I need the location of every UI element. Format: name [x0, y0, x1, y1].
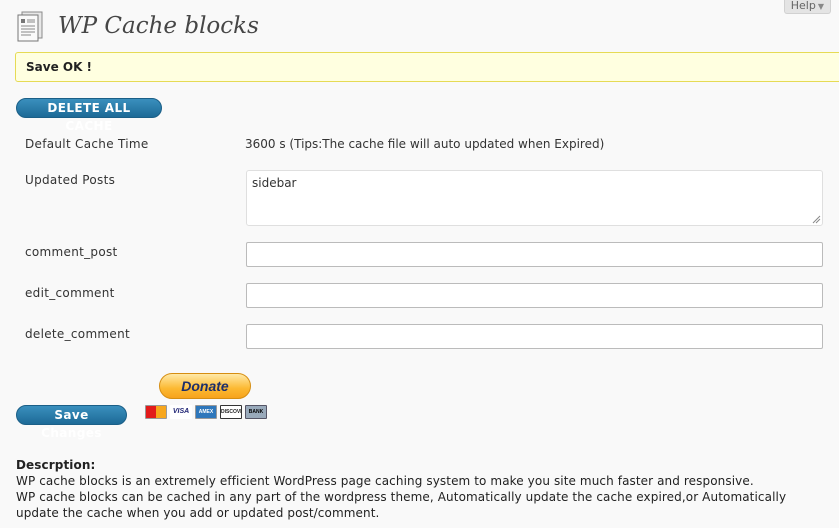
- payment-cards: VISA AMEX DISCOVER BANK: [145, 405, 267, 419]
- edit-comment-label: edit_comment: [25, 286, 115, 300]
- description-line: WP cache blocks can be cached in any par…: [16, 490, 787, 520]
- page-title: WP Cache blocks: [58, 13, 259, 39]
- delete-comment-label: delete_comment: [25, 327, 131, 341]
- default-cache-time-value: 3600 s (Tips:The cache file will auto up…: [245, 137, 605, 151]
- visa-icon: VISA: [170, 405, 192, 419]
- resize-grip-icon[interactable]: [812, 215, 821, 224]
- mastercard-icon: [145, 405, 167, 419]
- donate-button[interactable]: Donate: [159, 373, 251, 399]
- updated-posts-label: Updated Posts: [25, 173, 116, 187]
- help-tab[interactable]: Help ▼: [783, 0, 831, 14]
- amex-icon: AMEX: [195, 405, 217, 419]
- comment-post-input[interactable]: [246, 242, 823, 267]
- help-tab-label: Help: [790, 0, 816, 12]
- default-cache-time-label: Default Cache Time: [25, 137, 149, 151]
- discover-icon: DISCOVER: [220, 405, 242, 419]
- description-line: WP cache blocks is an extremely efficien…: [16, 474, 754, 488]
- settings-page-icon: [16, 11, 46, 42]
- save-changes-button[interactable]: Save Changes: [16, 405, 127, 440]
- description: Descrption: WP cache blocks is an extrem…: [16, 457, 826, 521]
- description-title: Descrption:: [16, 458, 96, 472]
- dropdown-arrow-icon: ▼: [817, 2, 824, 11]
- edit-comment-input[interactable]: [246, 283, 823, 308]
- page-header: WP Cache blocks: [16, 10, 259, 42]
- status-notice: Save OK !: [15, 52, 839, 82]
- bank-icon: BANK: [245, 405, 267, 419]
- delete-all-cache-button[interactable]: DELETE ALL CACHE: [16, 98, 162, 133]
- delete-comment-input[interactable]: [246, 324, 823, 349]
- updated-posts-textarea[interactable]: sidebar: [246, 170, 823, 226]
- notice-text: Save OK !: [26, 60, 93, 74]
- comment-post-label: comment_post: [25, 245, 118, 259]
- updated-posts-value: sidebar: [252, 176, 297, 190]
